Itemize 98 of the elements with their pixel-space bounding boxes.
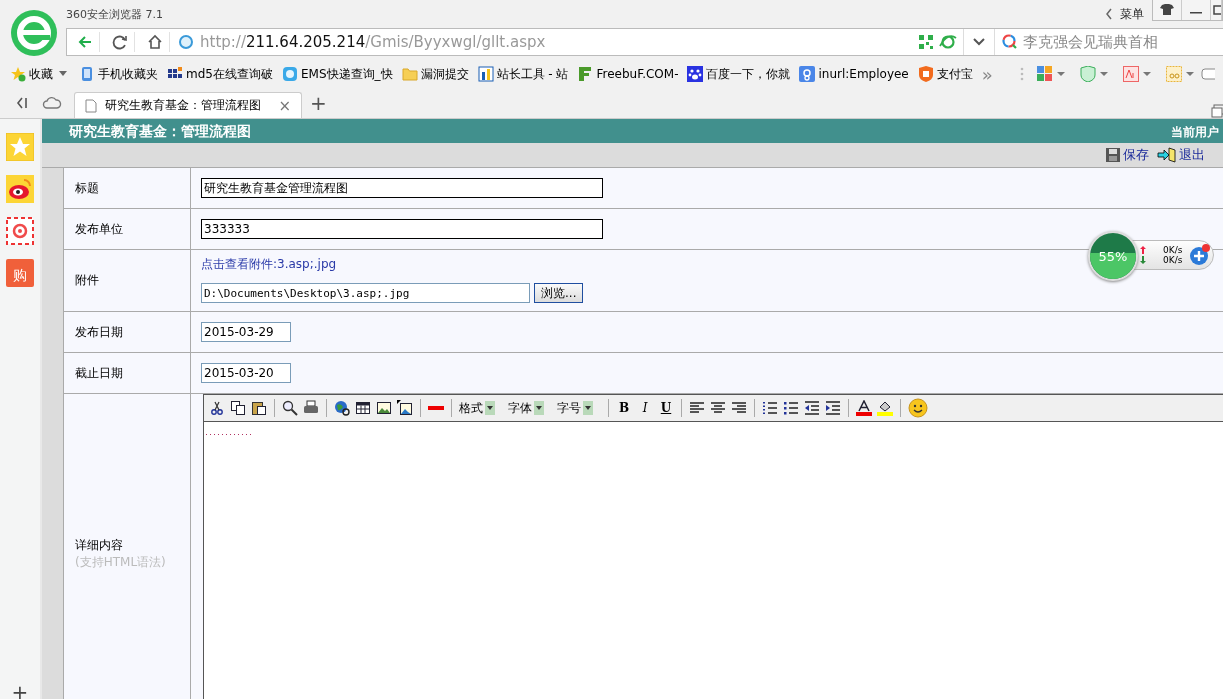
close-tab-button[interactable]: × [278,96,291,115]
plus-icon[interactable] [1188,243,1212,267]
field-label: 截止日期 [75,364,124,382]
site-icon [799,66,816,82]
toolbar-dropdown[interactable]: 字号 [557,399,593,417]
address-bar[interactable]: http://211.64.205.214/Gmis/Byyxwgl/gllt.aspx 李克强会见瑞典首相 [66,28,1223,56]
cut-icon[interactable] [209,400,225,416]
align-left-icon[interactable] [689,400,705,416]
cloud-icon[interactable] [42,95,62,111]
download-icon [1139,255,1147,265]
browse-button[interactable]: 浏览... [534,283,584,303]
toolbar-dropdown[interactable]: 格式 [459,399,495,417]
numbered-list-icon[interactable] [762,400,778,416]
bookmark-link[interactable]: EMS快递查询_快 [281,65,393,83]
apps-icon[interactable] [1037,66,1067,82]
search-field[interactable]: 李克强会见瑞典首相 [1001,32,1223,52]
format-button[interactable]: B [616,401,632,415]
globe-icon [178,34,194,50]
indent-icon[interactable] [825,400,841,416]
folder-icon [401,66,418,82]
screenshot-icon[interactable] [1166,66,1196,82]
reader-icon[interactable] [1123,66,1153,82]
attachment-link[interactable]: 点击查看附件:3.asp;.jpg [201,256,337,273]
field-label: 附件 [75,272,100,289]
qr-code-icon[interactable] [919,35,933,49]
letter-f-icon [577,66,594,82]
image-icon[interactable] [376,400,392,416]
menu-button[interactable]: 菜单 [1120,5,1144,23]
bookmark-link[interactable]: 漏洞提交 [401,65,469,83]
drag-handle-icon [1020,66,1024,82]
exit-door-icon [1157,147,1177,163]
bookmark-link[interactable]: 站长工具 - 站 [477,65,569,83]
text-color-icon[interactable] [856,400,872,416]
field-label: 发布日期 [75,323,124,341]
browser-engine-icon[interactable] [939,34,957,50]
bookmark-link[interactable]: FreebuF.COM- [577,66,679,82]
date-field[interactable]: 2015-03-20 [201,363,291,383]
url-text[interactable]: http://211.64.205.214/Gmis/Byyxwgl/gllt.aspx [200,33,546,51]
paste-icon[interactable] [251,400,267,416]
search-icon[interactable] [282,400,298,416]
format-button[interactable]: I [637,401,653,415]
chevron-left-icon[interactable] [1104,7,1114,21]
save-icon [1105,147,1121,163]
field-hint: (支持HTML语法) [75,554,167,571]
search-icon [1001,33,1019,51]
file-path-field[interactable]: D:\Documents\Desktop\3.asp;.jpg [201,283,530,303]
bookmark-link[interactable]: 支付宝 [917,65,973,83]
paw-icon [687,66,704,82]
text-field[interactable]: 研究生教育基金管理流程图 [201,178,603,198]
page-icon [85,98,97,113]
upload-icon [1139,245,1147,255]
download-speed: 0K/s [1163,255,1183,265]
restore-tabs-icon[interactable] [1211,104,1223,118]
chat-bubble-icon [281,66,298,82]
text-field[interactable]: 333333 [201,219,603,239]
window-title: 360安全浏览器 7.1 [66,6,163,22]
copy-icon[interactable] [230,400,246,416]
field-label: 详细内容 [75,537,124,554]
new-tab-button[interactable]: + [310,91,327,115]
globe-icon[interactable] [334,400,350,416]
add-button[interactable]: + [11,685,29,699]
format-button[interactable]: U [658,401,674,415]
field-label: 标题 [75,179,100,197]
restore-icon[interactable] [1211,0,1222,20]
eye-icon[interactable] [6,175,34,203]
print-icon[interactable] [303,400,319,416]
smiley-icon[interactable] [908,398,928,418]
table-icon[interactable] [355,400,371,416]
speed-widget[interactable]: 55% 0K/s 0K/s [1088,231,1215,281]
dropdown-icon[interactable] [963,29,995,55]
current-user-label: 当前用户 [1171,123,1219,141]
bookmark-link[interactable]: 手机收藏夹 [79,65,158,83]
star-icon[interactable] [6,133,34,161]
align-center-icon[interactable] [710,400,726,416]
bookmark-link[interactable]: md5在线查询破 [167,65,273,83]
shield-icon [917,66,934,82]
align-right-icon[interactable] [731,400,747,416]
toolbar-dropdown[interactable]: 字体 [508,399,544,417]
phone-icon [79,66,95,82]
action-link[interactable]: 退出 [1157,146,1205,164]
bar-chart-icon [477,66,494,82]
shield-icon[interactable] [1080,66,1110,82]
bullet-list-icon[interactable] [783,400,799,416]
outdent-icon[interactable] [804,400,820,416]
bookmark-link[interactable]: 收藏 [10,65,53,83]
field-label: 发布单位 [75,220,124,238]
caret-icon[interactable] [58,71,68,77]
star-icon [10,66,26,82]
page-title: 研究生教育基金：管理流程图 [69,123,251,141]
date-field[interactable]: 2015-03-29 [201,322,291,342]
image-icon[interactable] [397,400,413,416]
bookmark-link[interactable]: inurl:Employee [799,66,909,82]
upload-speed: 0K/s [1163,245,1183,255]
highlight-icon[interactable] [877,400,893,416]
bookmark-link[interactable]: 百度一下，你就 [687,65,791,83]
browser-tab[interactable]: 研究生教育基金：管理流程图 × [74,92,302,118]
action-link[interactable]: 保存 [1105,146,1149,164]
sidebar-toggle-icon[interactable] [14,95,30,111]
